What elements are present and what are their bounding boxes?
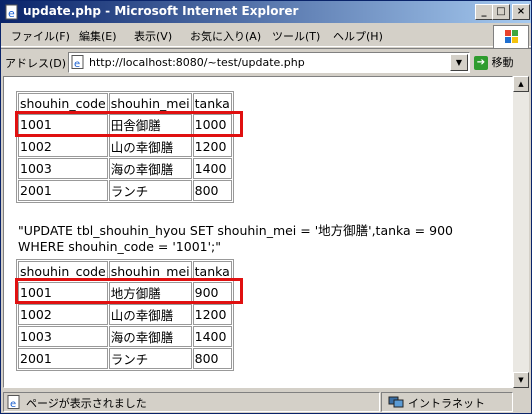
table-cell: 1003: [18, 326, 108, 347]
table-row: 1002 山の幸御膳 1200: [18, 136, 232, 157]
table-cell: 1003: [18, 158, 108, 179]
highlight-box-after: [15, 278, 243, 304]
table-row: 1002 山の幸御膳 1200: [18, 304, 232, 325]
table-cell: 2001: [18, 180, 108, 201]
maximize-button[interactable]: □: [492, 4, 510, 20]
vertical-scrollbar[interactable]: ▲ ▼: [513, 76, 529, 388]
table-row: 1003 海の幸御膳 1400: [18, 326, 232, 347]
address-label: アドレス(D): [5, 57, 67, 70]
address-bar: アドレス(D) e http://localhost:8080/~test/up…: [1, 48, 531, 75]
table-cell: 山の幸御膳: [108, 304, 192, 325]
browser-window: e update.php - Microsoft Internet Explor…: [0, 0, 532, 414]
table-cell: 海の幸御膳: [108, 158, 192, 179]
svg-text:e: e: [74, 59, 80, 69]
highlight-box-before: [15, 111, 243, 137]
menu-tools[interactable]: ツール(T): [272, 28, 320, 44]
table-cell: 800: [192, 348, 232, 369]
title-bar[interactable]: e update.php - Microsoft Internet Explor…: [1, 1, 531, 23]
table-row: 2001 ランチ 800: [18, 348, 232, 369]
header-cell: shouhin_mei: [108, 93, 192, 113]
menu-bar: ファイル(F) 編集(E) 表示(V) お気に入り(A) ツール(T) ヘルプ(…: [1, 24, 531, 47]
result-table-after: shouhin_code shouhin_mei tanka 1001 地方御膳…: [16, 259, 234, 371]
table-cell: ランチ: [108, 180, 192, 201]
status-bar: e ページが表示されました イントラネット: [1, 390, 531, 412]
scroll-down-button[interactable]: ▼: [513, 372, 529, 388]
go-arrow-icon: ➔: [474, 56, 488, 70]
menu-help[interactable]: ヘルプ(H): [333, 28, 383, 44]
minimize-button[interactable]: _: [475, 4, 493, 20]
table-cell: 800: [192, 180, 232, 201]
page-content: shouhin_code shouhin_mei tanka 1001 田舎御膳…: [3, 76, 513, 388]
table-row: 2001 ランチ 800: [18, 180, 232, 201]
address-input[interactable]: e http://localhost:8080/~test/update.php…: [68, 52, 470, 73]
table-cell: 1200: [192, 136, 232, 157]
table-cell: 1400: [192, 158, 232, 179]
address-url: http://localhost:8080/~test/update.php: [89, 56, 305, 69]
svg-text:e: e: [10, 399, 16, 409]
menu-favorites[interactable]: お気に入り(A): [190, 28, 261, 44]
sql-statement: "UPDATE tbl_shouhin_hyou SET shouhin_mei…: [18, 223, 453, 254]
ie-page-icon: e: [5, 4, 18, 20]
window-title: update.php - Microsoft Internet Explorer: [23, 4, 299, 18]
security-zone-panel: イントラネット: [381, 392, 513, 412]
intranet-zone-icon: [388, 396, 404, 408]
table-cell: 海の幸御膳: [108, 326, 192, 347]
windows-flag-icon: [493, 25, 529, 49]
table-cell: 1002: [18, 304, 108, 325]
table-cell: 2001: [18, 348, 108, 369]
close-button[interactable]: ×: [512, 4, 530, 20]
table-header-row: shouhin_code shouhin_mei tanka: [18, 93, 232, 113]
table-cell: 1002: [18, 136, 108, 157]
result-table-before: shouhin_code shouhin_mei tanka 1001 田舎御膳…: [16, 91, 234, 203]
menu-edit[interactable]: 編集(E): [79, 28, 117, 44]
ie-page-icon: e: [7, 395, 20, 409]
address-dropdown-button[interactable]: ▼: [450, 54, 468, 71]
table-cell: 1200: [192, 304, 232, 325]
header-cell: tanka: [192, 93, 232, 113]
table-row: 1003 海の幸御膳 1400: [18, 158, 232, 179]
header-cell: shouhin_code: [18, 93, 108, 113]
zone-text: イントラネット: [408, 397, 485, 410]
table-cell: 1400: [192, 326, 232, 347]
go-label: 移動: [491, 56, 514, 69]
table-cell: ランチ: [108, 348, 192, 369]
table-cell: 山の幸御膳: [108, 136, 192, 157]
scroll-up-button[interactable]: ▲: [513, 76, 529, 92]
ie-page-icon: e: [71, 55, 84, 69]
menu-view[interactable]: 表示(V): [134, 28, 172, 44]
menu-file[interactable]: ファイル(F): [11, 28, 70, 44]
status-message-panel: e ページが表示されました: [3, 392, 380, 412]
svg-text:e: e: [8, 7, 15, 20]
go-button[interactable]: ➔ 移動: [474, 54, 529, 70]
status-text: ページが表示されました: [26, 397, 147, 410]
